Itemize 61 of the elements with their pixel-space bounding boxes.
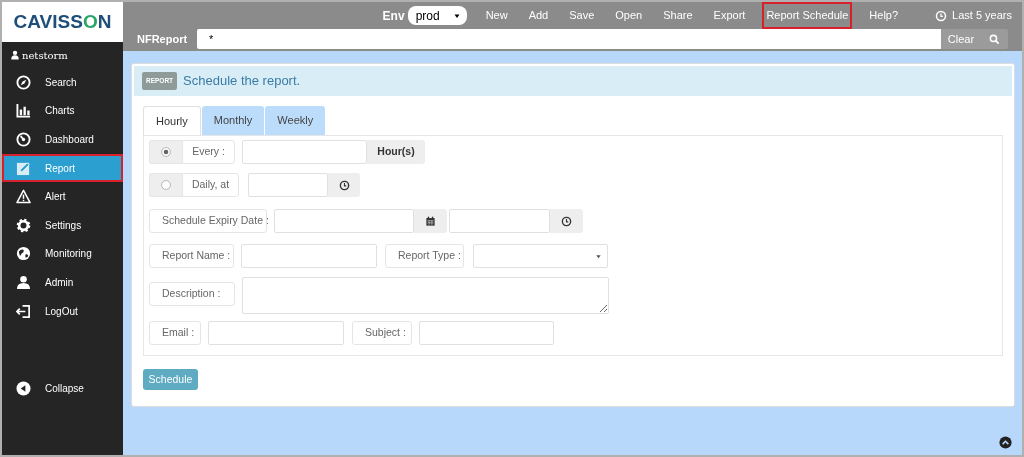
query-field[interactable]: * bbox=[197, 29, 941, 49]
field-label: Subject : bbox=[352, 321, 412, 345]
env-dropdown[interactable]: prod bbox=[407, 6, 467, 25]
input-field[interactable] bbox=[419, 321, 554, 345]
calendar-button[interactable] bbox=[414, 209, 447, 233]
globe-icon bbox=[16, 246, 31, 262]
clock-icon bbox=[935, 9, 948, 22]
field-label: Email : bbox=[149, 321, 201, 345]
user-icon bbox=[16, 274, 31, 290]
logout-icon bbox=[16, 303, 31, 319]
sidebar-item[interactable]: Admin bbox=[2, 268, 123, 297]
field-label: Description : bbox=[149, 282, 235, 306]
field-label: Report Type : bbox=[385, 244, 464, 268]
sidebar-item[interactable]: Monitoring bbox=[2, 239, 123, 269]
input-field[interactable] bbox=[242, 140, 367, 164]
sidebar-item[interactable]: Dashboard bbox=[2, 125, 123, 154]
user-name: netstorm bbox=[22, 49, 68, 61]
sidebar-item[interactable]: Settings bbox=[2, 210, 123, 240]
search-icon bbox=[989, 33, 1000, 45]
panel-title: Schedule the report. bbox=[183, 72, 301, 91]
settings-icon bbox=[16, 217, 31, 233]
input-field[interactable] bbox=[248, 173, 328, 197]
edit-icon bbox=[16, 160, 31, 176]
tab[interactable]: Monthly bbox=[201, 106, 265, 135]
input-field[interactable] bbox=[208, 321, 344, 345]
input-field[interactable] bbox=[449, 209, 550, 233]
field-label: Report Name : bbox=[149, 244, 234, 268]
input-field[interactable] bbox=[274, 209, 414, 233]
query-label: NFReport bbox=[137, 31, 189, 47]
gauge-icon bbox=[16, 132, 31, 147]
caret-icon bbox=[595, 252, 602, 260]
calendar-icon bbox=[425, 215, 436, 227]
user-icon bbox=[10, 50, 20, 60]
field-label: Every : bbox=[182, 140, 235, 164]
scroll-top-button[interactable] bbox=[999, 436, 1012, 449]
compass-icon bbox=[16, 74, 31, 90]
tab[interactable]: Hourly bbox=[143, 106, 201, 135]
sidebar-item[interactable]: Charts bbox=[2, 96, 123, 126]
env-label: Env bbox=[382, 7, 405, 25]
sidebar-item[interactable]: Alert bbox=[2, 182, 123, 211]
warning-icon bbox=[16, 189, 31, 205]
field-label: Daily, at bbox=[182, 173, 239, 197]
unit-label: Hour(s) bbox=[367, 140, 425, 164]
report-type-dropdown[interactable] bbox=[473, 244, 608, 268]
clock-icon bbox=[561, 215, 572, 227]
radio-button[interactable] bbox=[161, 180, 171, 190]
sidebar-item[interactable]: LogOut bbox=[2, 296, 123, 326]
clock-icon bbox=[338, 179, 350, 191]
tab[interactable]: Weekly bbox=[265, 106, 326, 135]
input-field[interactable] bbox=[242, 277, 609, 314]
sidebar-item[interactable]: Search bbox=[2, 68, 123, 97]
clock-button[interactable] bbox=[328, 173, 360, 197]
input-field[interactable] bbox=[241, 244, 377, 268]
bar-chart-icon bbox=[16, 103, 31, 119]
radio-button[interactable] bbox=[161, 147, 171, 157]
collapse-button[interactable]: Collapse bbox=[2, 325, 123, 451]
up-chevron-icon bbox=[999, 436, 1012, 449]
search-button[interactable] bbox=[981, 29, 1008, 49]
field-label: Schedule Expiry Date : bbox=[149, 209, 267, 233]
clock-button[interactable] bbox=[550, 209, 583, 233]
logo: CAVISSON bbox=[13, 11, 112, 33]
